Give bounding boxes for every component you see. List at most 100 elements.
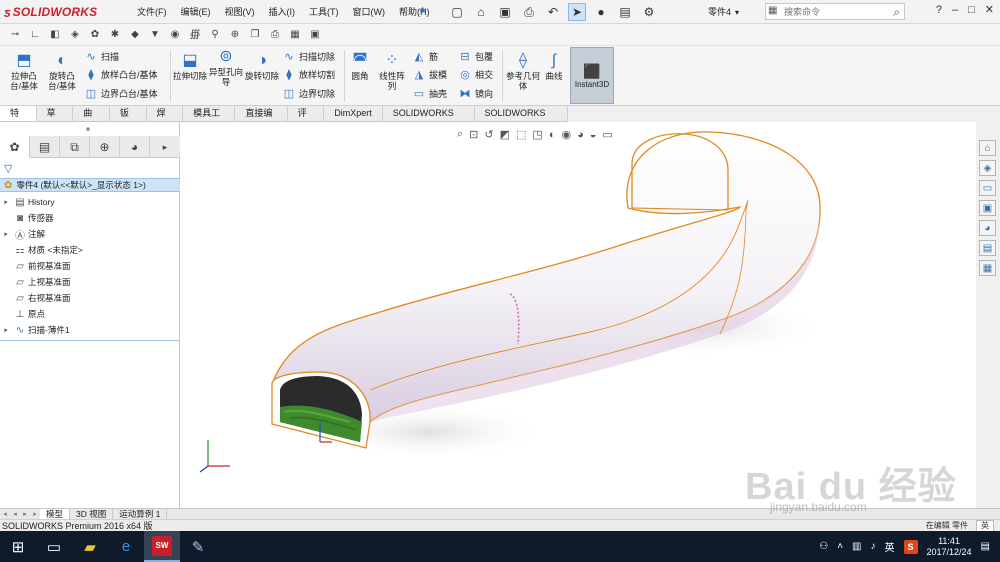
tab-sketch[interactable]: 草图 xyxy=(37,106,74,133)
swept-cut-button[interactable]: ∿ 扫描切除 xyxy=(282,50,335,63)
clock[interactable]: 11:41 2017/12/24 xyxy=(927,536,972,558)
menu-edit[interactable]: 编辑(E) xyxy=(174,5,218,18)
tree-item-sensors[interactable]: ◙ 传感器 xyxy=(0,210,180,226)
tree-item-history[interactable]: ▸ ▤ History xyxy=(0,194,180,210)
tab-sheet-metal[interactable]: 钣金 xyxy=(110,106,147,133)
custom-properties-icon[interactable]: ▤ xyxy=(979,240,996,256)
boundary-cut-button[interactable]: ◫ 边界切除 xyxy=(282,87,335,100)
tab-model[interactable]: 模型 xyxy=(40,509,71,519)
expand-icon[interactable]: ▸ xyxy=(0,198,12,206)
wrap-button[interactable]: ⊟ 包覆 xyxy=(458,50,493,63)
tab-weldments[interactable]: 焊件 xyxy=(147,106,184,133)
edge-browser-icon[interactable]: e xyxy=(108,531,144,562)
fillet-button[interactable]: ◚ 圆角 xyxy=(346,52,374,81)
feature-manager-tab-icon[interactable]: ✿ xyxy=(0,136,30,158)
zoom-fit-icon[interactable]: ⊕ xyxy=(228,28,242,42)
design-library-icon[interactable]: ◈ xyxy=(979,160,996,176)
tab-3d-views[interactable]: 3D 视图 xyxy=(70,509,114,519)
hide-show-icon[interactable]: ◆ xyxy=(128,28,142,42)
tab-addins[interactable]: SOLIDWORKS 插件 xyxy=(383,106,475,133)
solidworks-taskbar-button[interactable]: SW xyxy=(144,531,180,562)
reference-geometry-button[interactable]: ⟠ 参考几何体 xyxy=(506,52,540,91)
file-properties-icon[interactable]: ▤ xyxy=(616,3,634,21)
shell-button[interactable]: ▭ 抽壳 xyxy=(412,87,447,100)
tree-item-material[interactable]: ⚏ 材质 <未指定> xyxy=(0,242,180,258)
solidworks-logo[interactable]: ƽ SOLIDWORKS xyxy=(4,3,97,21)
menu-file[interactable]: 文件(F) xyxy=(130,5,174,18)
task-view-icon[interactable]: ▭ xyxy=(36,531,72,562)
hole-wizard-button[interactable]: ⊚ 异型孔向导 xyxy=(208,48,244,87)
solidworks-forum-icon[interactable]: ▦ xyxy=(979,260,996,276)
smart-dimension-icon[interactable]: ∟ xyxy=(28,28,42,42)
extrude-cut-button[interactable]: ⬓ 拉伸切除 xyxy=(172,52,208,81)
rib-button[interactable]: ◭ 筋 xyxy=(412,50,438,63)
paint-icon[interactable]: ✎ xyxy=(180,531,216,562)
tree-item-sweep-thin[interactable]: ▸ ∿ 扫描-薄件1 xyxy=(0,322,180,338)
model-view[interactable] xyxy=(180,122,976,508)
file-explorer-icon[interactable]: ▰ xyxy=(72,531,108,562)
undo-icon[interactable]: ↶ xyxy=(544,3,562,21)
filter-icon[interactable]: ▽ xyxy=(4,162,12,175)
tree-item-top-plane[interactable]: ▱ 上视基准面 xyxy=(0,274,180,290)
curves-button[interactable]: ∫ 曲线 xyxy=(542,52,566,81)
sweep-button[interactable]: ∿ 扫描 xyxy=(84,50,119,63)
tab-surfaces[interactable]: 曲面 xyxy=(73,106,110,133)
macro-icon[interactable]: ▣ xyxy=(308,28,322,42)
next-tab-icon[interactable]: ▸ xyxy=(20,510,30,518)
prev-tab-icon[interactable]: ◂ xyxy=(10,510,20,518)
print-preview-icon[interactable]: ⎙ xyxy=(268,28,282,42)
ime-language[interactable]: 英 xyxy=(885,539,895,554)
open-icon[interactable]: ⌂ xyxy=(472,3,490,21)
first-tab-icon[interactable]: ◂ xyxy=(0,510,10,518)
tree-item-front-plane[interactable]: ▱ 前视基准面 xyxy=(0,258,180,274)
extrude-boss-button[interactable]: ⬒ 拉伸凸台/基体 xyxy=(6,52,42,91)
file-explorer-icon[interactable]: ▭ xyxy=(979,180,996,196)
revolve-cut-button[interactable]: ◑ 旋转切除 xyxy=(244,52,280,81)
loft-boss-button[interactable]: ⧫ 放样凸台/基体 xyxy=(84,68,157,81)
menu-help[interactable]: 帮助(H) xyxy=(392,5,437,18)
tree-item-annotations[interactable]: ▸ Ⓐ 注解 xyxy=(0,226,180,242)
lofted-cut-button[interactable]: ⧫ 放样切割 xyxy=(282,68,335,81)
draft-button[interactable]: ◮ 拔模 xyxy=(412,68,447,81)
section-icon[interactable]: ✱ xyxy=(108,28,122,42)
tree-item-right-plane[interactable]: ▱ 右视基准面 xyxy=(0,290,180,306)
property-manager-tab-icon[interactable]: ▤ xyxy=(30,136,60,158)
windows-start-icon[interactable]: ⊞ xyxy=(0,531,36,562)
location-icon[interactable]: ◉ xyxy=(168,28,182,42)
maximize-button[interactable]: □ xyxy=(968,4,975,16)
new-document-icon[interactable]: ▢ xyxy=(448,3,466,21)
tray-up-icon[interactable]: ˄ xyxy=(837,541,843,552)
tab-dimxpert[interactable]: DimXpert xyxy=(324,106,383,121)
linear-pattern-button[interactable]: ⁘ 线性阵列 xyxy=(376,52,408,91)
menu-insert[interactable]: 插入(I) xyxy=(262,5,303,18)
options-gear-icon[interactable]: ⚙ xyxy=(640,3,658,21)
search-input[interactable] xyxy=(784,6,884,17)
panel-grip-icon[interactable]: ⦁ xyxy=(86,124,90,134)
mass-properties-icon[interactable]: ⚲ xyxy=(208,28,222,42)
expand-icon[interactable]: ▸ xyxy=(0,230,12,238)
command-search[interactable]: ▦ ⌕ xyxy=(765,3,905,20)
table-icon[interactable]: ▦ xyxy=(288,28,302,42)
tree-item-origin[interactable]: ⊥ 原点 xyxy=(0,306,180,322)
display-manager-tab-icon[interactable]: ◕ xyxy=(120,136,150,158)
tab-mbd[interactable]: SOLIDWORKS MBD xyxy=(475,106,568,133)
tab-direct-editing[interactable]: 直接编辑 xyxy=(235,106,288,133)
view-palette-icon[interactable]: ▣ xyxy=(979,200,996,216)
tree-root-part[interactable]: ✿ 零件4 (默认<<默认>_显示状态 1>) xyxy=(0,178,180,192)
panel-expand-icon[interactable]: ▸ xyxy=(150,136,180,158)
display-style-icon[interactable]: ✿ xyxy=(88,28,102,42)
appearance-icon[interactable]: ▼ xyxy=(148,28,162,42)
notifications-icon[interactable]: ▤ xyxy=(981,541,990,552)
boundary-boss-button[interactable]: ◫ 边界凸台/基体 xyxy=(84,87,158,100)
network-icon[interactable]: ▥ xyxy=(852,541,861,552)
select-icon[interactable]: ➤ xyxy=(568,3,586,21)
tab-evaluate[interactable]: 评估 xyxy=(288,106,325,133)
home-icon[interactable]: ⌂ xyxy=(979,140,996,156)
appearances-icon[interactable]: ◕ xyxy=(979,220,996,236)
reference-triad[interactable] xyxy=(199,440,230,473)
tab-features[interactable]: 特征 xyxy=(0,106,37,133)
graphics-area[interactable]: ⌕ ⊡ ↺ ◩ ⬚ ◳ ◐ ◉ ◕ ◒ ▭ xyxy=(180,122,976,508)
rollback-bar[interactable] xyxy=(0,340,180,341)
sogou-input-icon[interactable]: S xyxy=(903,539,918,554)
menu-tools[interactable]: 工具(T) xyxy=(302,5,346,18)
